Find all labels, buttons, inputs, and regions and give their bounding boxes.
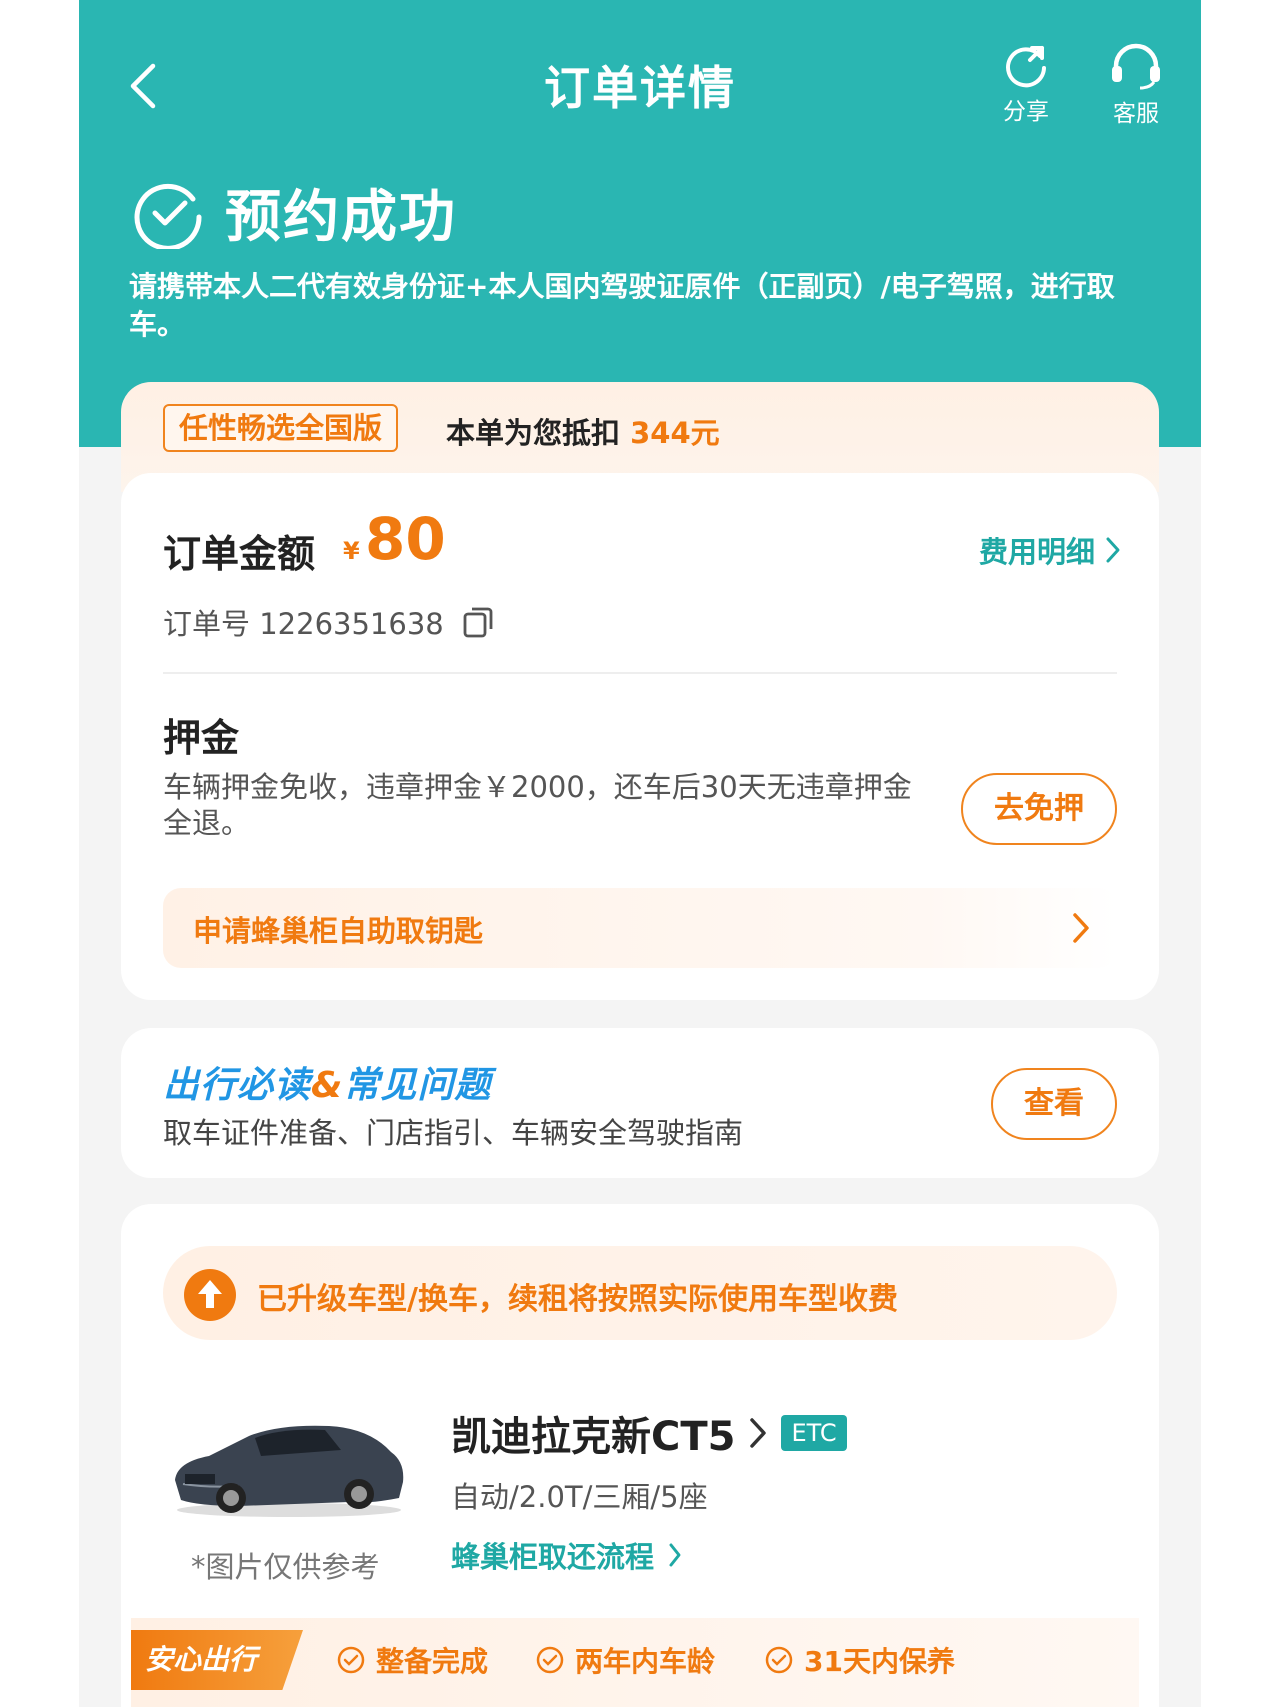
safe-item-label: 两年内车龄 xyxy=(575,1645,716,1678)
safe-item-maintenance: 31天内保养 xyxy=(764,1640,955,1680)
car-image xyxy=(175,1425,404,1517)
car-model-name: 凯迪拉克新CT5 xyxy=(451,1414,736,1460)
safe-travel-band: 安心出行 整备完成 两年内车龄 31天内保养 xyxy=(131,1618,1139,1707)
guide-title: 出行必读&常见问题 xyxy=(163,1056,491,1108)
car-model-link[interactable]: 凯迪拉克新CT5 ETC xyxy=(451,1404,847,1462)
promo-amount: 344元 xyxy=(630,416,720,450)
safe-item-prepared: 整备完成 xyxy=(336,1640,488,1680)
deposit-description: 车辆押金免收，违章押金￥2000，还车后30天无违章押金全退。 xyxy=(163,770,912,840)
fee-detail-link[interactable]: 费用明细 xyxy=(979,529,1121,571)
safe-travel-tag: 安心出行 xyxy=(131,1630,303,1690)
status-title: 预约成功 xyxy=(225,185,457,250)
share-label: 分享 xyxy=(1003,99,1049,125)
locker-key-link[interactable]: 申请蜂巢柜自助取钥匙 xyxy=(163,888,1117,968)
guide-title-b: 常见问题 xyxy=(343,1065,492,1106)
share-button[interactable]: 分享 xyxy=(991,42,1061,126)
copy-icon[interactable] xyxy=(462,605,494,639)
guide-subtitle: 取车证件准备、门店指引、车辆安全驾驶指南 xyxy=(163,1116,744,1150)
chevron-right-icon xyxy=(1073,913,1089,943)
service-label: 客服 xyxy=(1113,101,1159,127)
check-badge-icon xyxy=(337,1646,365,1674)
car-card: 已升级车型/换车，续租将按照实际使用车型收费 *图片仅供参考 凯迪拉克新CT5 … xyxy=(121,1204,1159,1707)
order-amount-label: 订单金额 xyxy=(163,532,316,576)
pickup-notice: 请携带本人二代有效身份证+本人国内驾驶证原件（正副页）/电子驾照，进行取车。 xyxy=(129,270,1115,341)
phone-screen: 订单详情 分享 客服 预约成功 请携带本人二代有效身份证+本人国内驾驶证原件（正… xyxy=(79,0,1201,1707)
view-guide-button[interactable]: 查看 xyxy=(991,1068,1117,1140)
chevron-right-icon xyxy=(750,1418,767,1448)
divider xyxy=(163,672,1117,674)
safe-item-label: 31天内保养 xyxy=(804,1645,955,1678)
promo-prefix: 本单为您抵扣 xyxy=(446,416,621,450)
locker-key-label: 申请蜂巢柜自助取钥匙 xyxy=(193,914,484,948)
locker-flow-link[interactable]: 蜂巢柜取还流程 xyxy=(451,1534,682,1576)
deposit-waiver-button[interactable]: 去免押 xyxy=(961,773,1117,845)
check-badge-icon xyxy=(536,1646,564,1674)
car-spec: 自动/2.0T/三厢/5座 xyxy=(451,1480,708,1514)
promo-tag: 任性畅选全国版 xyxy=(163,404,399,452)
order-number: 订单号 1226351638 xyxy=(163,607,444,641)
share-icon xyxy=(1006,46,1046,88)
promo-text: 本单为您抵扣 344元 xyxy=(446,410,720,452)
etc-badge: ETC xyxy=(781,1415,847,1451)
image-disclaimer: *图片仅供参考 xyxy=(191,1550,380,1584)
headset-icon xyxy=(1112,43,1160,90)
upgrade-notice: 已升级车型/换车，续租将按照实际使用车型收费 xyxy=(163,1246,1117,1340)
chevron-right-icon xyxy=(669,1543,681,1567)
check-badge-icon xyxy=(765,1646,793,1674)
safe-item-age: 两年内车龄 xyxy=(535,1640,715,1680)
safe-item-label: 整备完成 xyxy=(376,1645,489,1678)
chevron-right-icon xyxy=(1106,537,1120,563)
status-row: 预约成功 xyxy=(133,172,457,253)
order-amount: 80 xyxy=(365,505,446,573)
order-number-row: 订单号 1226351638 xyxy=(163,601,494,643)
upgrade-arrow-icon xyxy=(184,1269,236,1321)
deposit-title: 押金 xyxy=(163,716,240,760)
order-card: 订单金额 ¥ 80 费用明细 订单号 1226351638 押金 车辆押金免收，… xyxy=(121,473,1159,1000)
fee-detail-label: 费用明细 xyxy=(978,535,1095,569)
guide-title-amp: & xyxy=(311,1065,344,1106)
locker-flow-label: 蜂巢柜取还流程 xyxy=(451,1540,655,1574)
upgrade-notice-text: 已升级车型/换车，续租将按照实际使用车型收费 xyxy=(257,1282,898,1317)
travel-guide-card: 出行必读&常见问题 取车证件准备、门店指引、车辆安全驾驶指南 查看 xyxy=(121,1028,1159,1178)
currency-symbol: ¥ xyxy=(343,537,360,565)
customer-service-button[interactable]: 客服 xyxy=(1101,42,1171,128)
check-circle-icon xyxy=(134,183,202,249)
guide-title-a: 出行必读 xyxy=(163,1065,312,1106)
